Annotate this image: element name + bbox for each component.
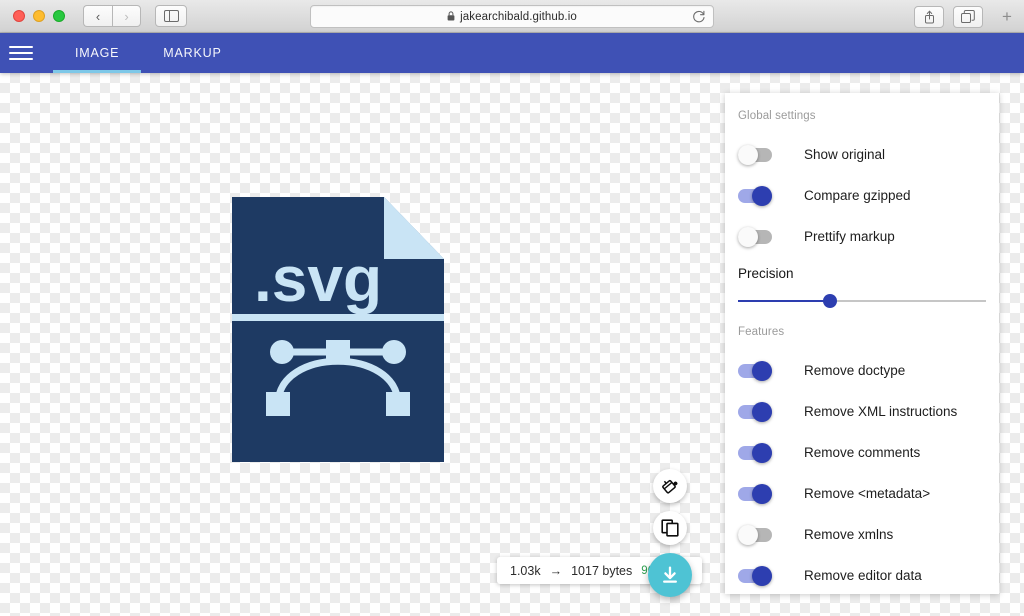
tab-image[interactable]: IMAGE — [53, 33, 142, 73]
toggle-remove-metadata[interactable] — [738, 483, 772, 504]
option-label: Compare gzipped — [804, 188, 911, 203]
toggle-knob — [752, 565, 772, 586]
sidebar-toggle-button[interactable] — [155, 5, 187, 27]
toggle-remove-xmlns[interactable] — [738, 524, 772, 545]
option-label: Remove comments — [804, 445, 921, 460]
option-label: Show original — [804, 147, 886, 162]
sidebar-icon — [163, 10, 179, 22]
reload-icon — [693, 10, 705, 22]
share-button[interactable] — [914, 5, 944, 28]
new-tab-label: + — [1002, 6, 1012, 26]
arrow-icon: → — [549, 563, 563, 578]
option-remove-editor-data[interactable]: Remove editor data — [725, 555, 999, 594]
toggle-remove-xml-instructions[interactable] — [738, 401, 772, 422]
new-tab-button[interactable]: + — [992, 5, 1022, 28]
toggle-knob — [738, 226, 758, 247]
tab-active-indicator — [53, 70, 142, 73]
toggle-compare-gzipped[interactable] — [738, 185, 772, 206]
maximize-window-button[interactable] — [53, 10, 65, 22]
optimized-size: 1017 bytes — [571, 563, 633, 578]
toggle-knob — [752, 442, 772, 463]
chevron-left-icon: ‹ — [95, 8, 101, 24]
option-label: Remove editor data — [804, 568, 922, 583]
toggle-knob — [738, 144, 758, 165]
back-button[interactable]: ‹ — [83, 5, 112, 27]
toggle-remove-doctype[interactable] — [738, 360, 772, 381]
toggle-knob — [738, 524, 758, 545]
option-label: Remove XML instructions — [804, 404, 958, 419]
header-tabs: IMAGE MARKUP — [53, 33, 244, 73]
toggle-prettify-markup[interactable] — [738, 226, 772, 247]
paint-bucket-icon — [661, 479, 677, 493]
browser-chrome: ‹ › jakearchibald.github.io + — [0, 0, 1024, 33]
group-title-features: Features — [738, 326, 785, 338]
hamburger-menu-icon-bar — [9, 58, 33, 60]
slider-thumb[interactable] — [822, 294, 837, 308]
slider-fill — [738, 300, 830, 302]
copy-fab[interactable] — [653, 511, 687, 545]
copy-icon — [661, 519, 679, 537]
option-remove-xmlns[interactable]: Remove xmlns — [725, 514, 999, 555]
option-label: Remove <metadata> — [804, 486, 931, 501]
option-compare-gzipped[interactable]: Compare gzipped — [725, 175, 999, 216]
forward-button[interactable]: › — [112, 5, 141, 27]
tabs-overview-icon — [961, 10, 975, 23]
option-remove-metadata[interactable]: Remove <metadata> — [725, 473, 999, 514]
svg-file-illustration: .svg — [232, 197, 444, 462]
svg-extension-text: .svg — [254, 243, 382, 315]
url-text: jakearchibald.github.io — [460, 10, 577, 23]
chrome-right-buttons: + — [914, 5, 1024, 28]
tab-markup-label: MARKUP — [163, 46, 222, 60]
precision-label: Precision — [738, 266, 794, 281]
address-bar[interactable]: jakearchibald.github.io — [310, 5, 714, 28]
navigation-buttons: ‹ › — [83, 5, 141, 27]
toggle-remove-comments[interactable] — [738, 442, 772, 463]
settings-panel[interactable]: Global settings Show original Compare gz… — [725, 93, 999, 594]
reload-button[interactable] — [692, 10, 706, 24]
toggle-remove-editor-data[interactable] — [738, 565, 772, 586]
option-label: Remove xmlns — [804, 527, 894, 542]
group-title-global-settings: Global settings — [738, 110, 816, 122]
download-icon — [663, 566, 677, 583]
hamburger-menu-icon-bar — [9, 52, 33, 54]
minimize-window-button[interactable] — [33, 10, 45, 22]
original-size: 1.03k — [510, 563, 541, 578]
share-icon — [924, 10, 934, 23]
precision-slider[interactable] — [738, 294, 986, 308]
window-traffic-lights — [13, 10, 65, 22]
toggle-knob — [752, 483, 772, 504]
option-label: Prettify markup — [804, 229, 895, 244]
download-fab[interactable] — [648, 553, 692, 597]
floating-action-buttons — [648, 469, 692, 597]
lock-icon — [447, 10, 455, 21]
tab-markup[interactable]: MARKUP — [141, 33, 243, 73]
option-label: Remove doctype — [804, 363, 906, 378]
app-header: IMAGE MARKUP — [0, 33, 1024, 73]
option-prettify-markup[interactable]: Prettify markup — [725, 216, 999, 257]
url-display: jakearchibald.github.io — [447, 11, 577, 23]
toggle-show-original[interactable] — [738, 144, 772, 165]
toggle-knob — [752, 401, 772, 422]
option-show-original[interactable]: Show original — [725, 134, 999, 175]
tabs-overview-button[interactable] — [953, 5, 983, 28]
option-remove-xml-instructions[interactable]: Remove XML instructions — [725, 391, 999, 432]
background-toggle-fab[interactable] — [653, 469, 687, 503]
option-remove-comments[interactable]: Remove comments — [725, 432, 999, 473]
close-window-button[interactable] — [13, 10, 25, 22]
toggle-knob — [752, 185, 772, 206]
option-remove-doctype[interactable]: Remove doctype — [725, 350, 999, 391]
hamburger-menu-button[interactable] — [9, 41, 33, 65]
hamburger-menu-icon-bar — [9, 46, 33, 48]
toggle-knob — [752, 360, 772, 381]
tab-image-label: IMAGE — [75, 46, 120, 60]
chevron-right-icon: › — [124, 8, 129, 24]
precision-setting: Precision — [725, 257, 999, 308]
divider-line — [232, 314, 444, 321]
